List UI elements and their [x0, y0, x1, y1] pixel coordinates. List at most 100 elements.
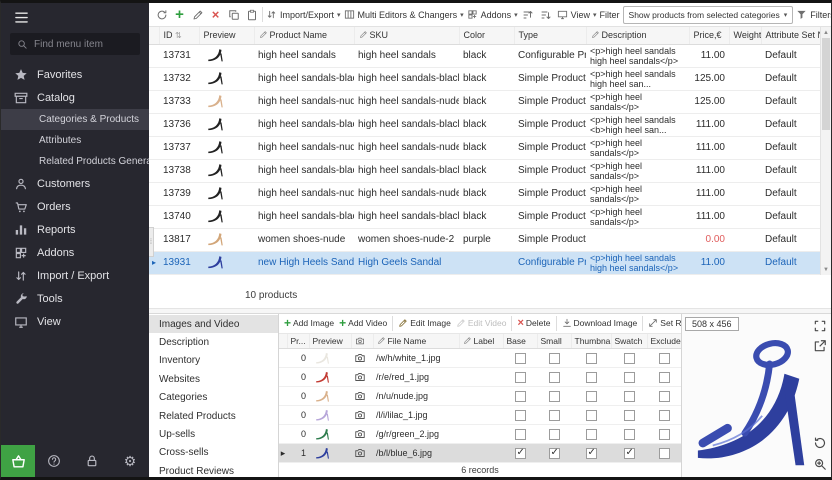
row-expander[interactable] [149, 205, 159, 228]
col-exclude[interactable]: Exclude [647, 334, 681, 349]
row-expander[interactable] [149, 90, 159, 113]
download-image-button[interactable]: Download Image [562, 318, 638, 328]
base-checkbox[interactable] [515, 391, 526, 402]
thumbnail-checkbox[interactable] [586, 429, 597, 440]
thumbnail-checkbox[interactable] [586, 391, 597, 402]
import-export-menu[interactable]: Import/Export▾ [266, 9, 341, 20]
detail-tab[interactable]: Images and Video [149, 315, 278, 333]
col-description[interactable]: Description [586, 27, 689, 44]
refresh-button[interactable] [154, 7, 169, 22]
row-expander[interactable] [279, 425, 287, 444]
sidebar-item[interactable]: View [1, 310, 149, 333]
copy-button[interactable] [226, 7, 241, 22]
row-expander[interactable] [279, 368, 287, 387]
set-resize-rule-button[interactable]: Set Resize Rule [648, 318, 681, 328]
row-expander[interactable] [149, 159, 159, 182]
sidebar-item[interactable]: Addons [1, 241, 149, 264]
help-button[interactable] [35, 454, 73, 468]
small-checkbox[interactable] [549, 429, 560, 440]
image-row[interactable]: 0 /n/u/nude.jpg [279, 387, 681, 406]
col-attribute-set[interactable]: Attribute Set Name [761, 27, 820, 44]
small-checkbox[interactable] [549, 391, 560, 402]
thumbnail-checkbox[interactable] [586, 372, 597, 383]
col-priority[interactable]: Pr... [287, 334, 309, 349]
base-checkbox[interactable] [515, 372, 526, 383]
exclude-checkbox[interactable] [659, 429, 670, 440]
col-file-name[interactable]: File Name [373, 334, 459, 349]
zoom-button[interactable] [813, 457, 827, 471]
store-button[interactable] [1, 445, 35, 477]
col-color[interactable]: Color [459, 27, 514, 44]
fullscreen-button[interactable] [813, 319, 827, 333]
col-sku[interactable]: SKU [354, 27, 459, 44]
sidebar-item[interactable]: Customers [1, 172, 149, 195]
delete-image-button[interactable]: ×Delete [517, 318, 550, 328]
edit-image-button[interactable]: Edit Image [398, 318, 451, 328]
row-expander[interactable]: ▸ [279, 444, 287, 463]
add-product-button[interactable]: + [172, 7, 187, 22]
product-row[interactable]: 13731 high heel sandals high heel sandal… [149, 44, 820, 67]
product-row[interactable]: 13740 high heel sandals-black-38 high he… [149, 205, 820, 228]
swatch-checkbox[interactable] [624, 353, 635, 364]
lock-button[interactable] [73, 454, 111, 468]
product-row[interactable]: 13738 high heel sandals-black-37 high he… [149, 159, 820, 182]
sidebar-item[interactable]: Related Products Generator [1, 151, 149, 172]
col-product-name[interactable]: Product Name [254, 27, 354, 44]
col-id[interactable]: ID ⇅ [159, 27, 199, 44]
exclude-checkbox[interactable] [659, 372, 670, 383]
thumbnail-checkbox[interactable] [586, 410, 597, 421]
exclude-checkbox[interactable] [659, 353, 670, 364]
image-row[interactable]: ▸ 1 /b/l/blue_6.jpg [279, 444, 681, 463]
detail-tab[interactable]: Related Products [149, 407, 278, 425]
exclude-checkbox[interactable] [659, 410, 670, 421]
col-thumbnail[interactable]: Thumbna... [571, 334, 611, 349]
sidebar-item[interactable]: Catalog [1, 86, 149, 109]
sidebar-item[interactable]: Import / Export [1, 264, 149, 287]
sidebar-search[interactable] [10, 33, 140, 55]
detail-tab[interactable]: Categories [149, 389, 278, 407]
sidebar-item[interactable]: Reports [1, 218, 149, 241]
edit-product-button[interactable] [190, 7, 205, 22]
col-weight[interactable]: Weight [729, 27, 761, 44]
row-expander[interactable] [149, 67, 159, 90]
sidebar-item[interactable]: Categories & Products [1, 109, 149, 130]
detail-tab[interactable]: Websites [149, 370, 278, 388]
col-small[interactable]: Small [537, 334, 571, 349]
row-expander[interactable] [149, 136, 159, 159]
row-expander[interactable] [149, 113, 159, 136]
detail-tab[interactable]: Cross-sells [149, 444, 278, 462]
swatch-checkbox[interactable] [624, 429, 635, 440]
view-menu[interactable]: View▾ [557, 9, 597, 20]
product-row[interactable]: 13817 women shoes-nude women shoes-nude-… [149, 228, 820, 251]
product-row[interactable]: 13739 high heel sandals-nude-37 high hee… [149, 182, 820, 205]
exclude-checkbox[interactable] [659, 391, 670, 402]
product-row[interactable]: 13733 high heel sandals-nude high heel s… [149, 90, 820, 113]
filters-menu[interactable]: Filters▾ [796, 9, 831, 20]
settings-button[interactable]: ⚙ [111, 454, 149, 468]
col-swatch[interactable]: Swatch [611, 334, 647, 349]
scroll-up-arrow[interactable]: ▲ [821, 27, 831, 38]
scroll-down-arrow[interactable]: ▼ [821, 264, 831, 275]
swatch-checkbox[interactable] [624, 448, 635, 459]
base-checkbox[interactable] [515, 448, 526, 459]
row-expander[interactable] [149, 182, 159, 205]
small-checkbox[interactable] [549, 410, 560, 421]
scrollbar-thumb[interactable] [822, 38, 830, 130]
open-external-button[interactable] [813, 339, 827, 353]
swatch-checkbox[interactable] [624, 391, 635, 402]
delete-product-button[interactable]: × [208, 7, 223, 22]
multi-editors-menu[interactable]: Multi Editors & Changers▾ [344, 9, 464, 20]
product-row[interactable]: 13736 high heel sandals-black-36 high he… [149, 113, 820, 136]
small-checkbox[interactable] [549, 353, 560, 364]
swatch-checkbox[interactable] [624, 372, 635, 383]
col-base[interactable]: Base [503, 334, 537, 349]
base-checkbox[interactable] [515, 429, 526, 440]
product-row[interactable]: 13737 high heel sandals-nude-36 high hee… [149, 136, 820, 159]
expand-rows-button[interactable] [521, 7, 536, 22]
base-checkbox[interactable] [515, 410, 526, 421]
thumbnail-checkbox[interactable] [586, 448, 597, 459]
exclude-checkbox[interactable] [659, 448, 670, 459]
category-filter-select[interactable]: Show products from selected categories▾ [623, 6, 794, 24]
paste-button[interactable] [244, 7, 259, 22]
sidebar-search-input[interactable] [34, 39, 133, 50]
